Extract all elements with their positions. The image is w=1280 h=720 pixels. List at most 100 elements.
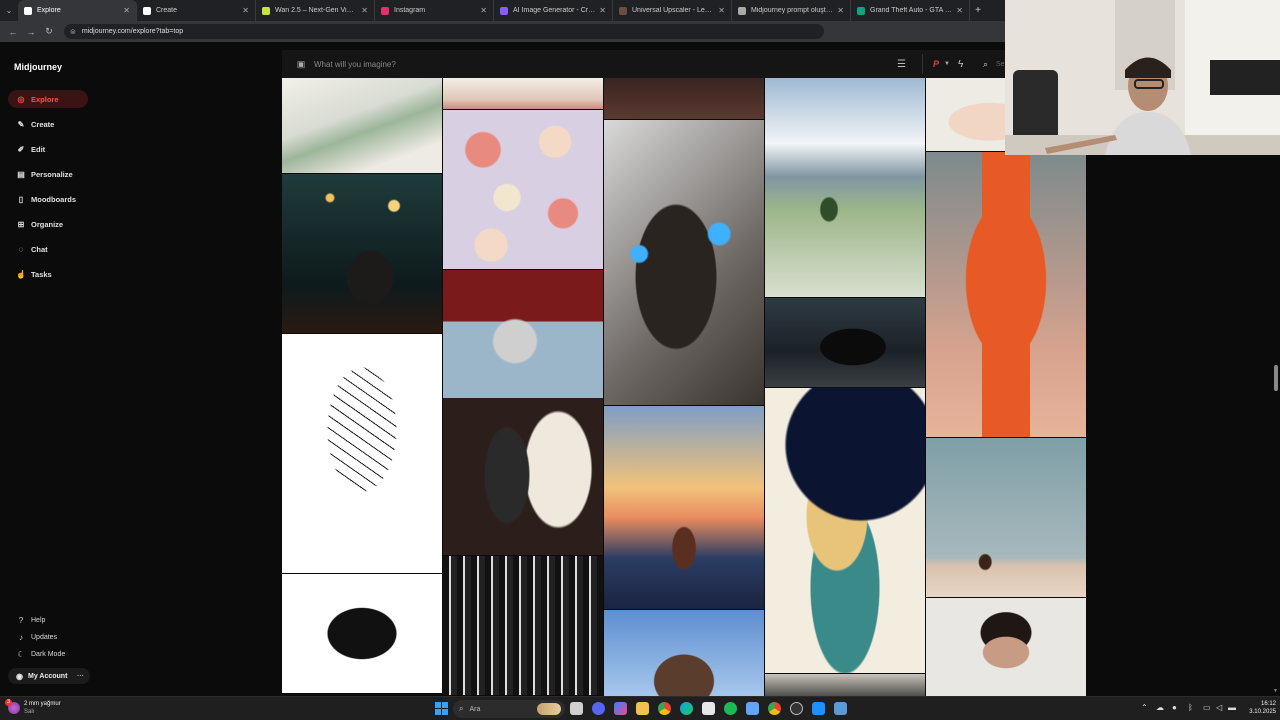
bolt-icon[interactable]: ϟ <box>958 59 963 70</box>
settings-sliders-icon[interactable]: ☰ <box>897 59 906 70</box>
sidebar-item-help[interactable]: ? Help <box>8 613 46 627</box>
gallery-image-tile[interactable] <box>926 438 1086 597</box>
discord-app-icon[interactable] <box>592 702 605 715</box>
favicon-icon <box>262 6 270 15</box>
gallery-image-tile[interactable] <box>282 174 442 333</box>
task-view-icon[interactable] <box>570 702 583 715</box>
edge-icon[interactable] <box>680 702 693 715</box>
personalize-p-icon[interactable]: P <box>933 59 939 69</box>
tab-title: AI Image Generator - Create A <box>513 7 595 14</box>
gallery-image-tile[interactable] <box>926 152 1086 437</box>
gallery-image-tile[interactable] <box>765 674 925 696</box>
tab-title: Instagram <box>394 7 426 14</box>
sidebar-item-edit[interactable]: ✐ Edit <box>8 140 88 158</box>
sidebar-item-tasks[interactable]: ☝ Tasks <box>8 265 88 283</box>
monitor-icon[interactable]: ▭ <box>1203 703 1211 712</box>
browser-tab[interactable]: Universal Upscaler - Leonardo. ✕ <box>613 0 732 21</box>
url-field[interactable]: ⊜ midjourney.com/explore?tab=top <box>64 24 824 39</box>
sidebar-item-dark-mode[interactable]: ☾ Dark Mode <box>8 647 65 661</box>
network-app-icon[interactable] <box>746 702 759 715</box>
weather-text: 2 mm yağmur <box>24 701 61 707</box>
moon-icon: ☾ <box>17 649 25 659</box>
sidebar-item-label: Updates <box>31 633 58 641</box>
gallery-image-tile[interactable] <box>443 78 603 109</box>
close-icon[interactable]: ✕ <box>956 6 963 15</box>
my-account-button[interactable]: ◉ My Account ··· <box>8 668 90 684</box>
sidebar-item-updates[interactable]: ♪ Updates <box>8 630 57 644</box>
gallery-image-tile[interactable] <box>282 78 442 173</box>
weather-widget[interactable]: 2 mm yağmur Salı <box>5 699 61 716</box>
app-icon[interactable] <box>812 702 825 715</box>
tray-chevron-icon[interactable]: ⌃ <box>1141 703 1148 712</box>
app-icon[interactable] <box>834 702 847 715</box>
more-icon[interactable]: ··· <box>77 673 84 680</box>
gallery-image-tile[interactable] <box>604 406 764 609</box>
browser-tab[interactable]: AI Image Generator - Create A ✕ <box>494 0 613 21</box>
site-info-icon[interactable]: ⊜ <box>70 28 76 36</box>
chrome-active-icon[interactable] <box>768 702 781 715</box>
new-tab-button[interactable]: + <box>970 5 986 16</box>
start-icon[interactable] <box>435 702 448 715</box>
clock-time: 16:12 <box>1260 701 1276 707</box>
system-clock[interactable]: 16:12 3.10.2025 <box>1240 700 1276 716</box>
tab-search-icon[interactable]: ⌄ <box>0 0 18 21</box>
sidebar-item-organize[interactable]: ⊞ Organize <box>8 215 88 233</box>
gallery-image-tile[interactable] <box>604 78 764 119</box>
close-icon[interactable]: ✕ <box>242 6 249 15</box>
gallery-image-tile[interactable] <box>443 556 603 695</box>
search-icon[interactable]: ⌕ <box>983 59 988 70</box>
close-icon[interactable]: ✕ <box>718 6 725 15</box>
sidebar-item-explore[interactable]: ◎ Explore <box>8 90 88 108</box>
forward-icon[interactable]: → <box>22 27 40 37</box>
gallery-image-tile[interactable] <box>282 334 442 573</box>
browser-tab[interactable]: Grand Theft Auto - GTA Foot G✕ <box>851 0 970 21</box>
sidebar-item-chat[interactable]: ◌ Chat <box>8 240 88 258</box>
gallery-image-tile[interactable] <box>765 78 925 297</box>
gallery-image-tile[interactable] <box>604 610 764 696</box>
reload-icon[interactable]: ↻ <box>40 26 58 37</box>
copilot-app-icon[interactable] <box>614 702 627 715</box>
address-bar: ← → ↻ ⊜ midjourney.com/explore?tab=top <box>0 21 1005 42</box>
close-icon[interactable]: ✕ <box>599 6 606 15</box>
battery-icon[interactable]: ▬ <box>1228 703 1236 712</box>
spotify-icon[interactable] <box>724 702 737 715</box>
browser-tab[interactable]: Create ✕ <box>137 0 256 21</box>
chevron-down-icon[interactable]: ▼ <box>944 61 950 67</box>
sidebar-item-moodboards[interactable]: ▯ Moodboards <box>8 190 88 208</box>
brand-logo[interactable]: Midjourney <box>14 62 62 72</box>
windows-taskbar: 2 mm yağmur Salı ⌕ Ara ⌃ ☁ ● ᛒ ▭ ◁ ▬ 16:… <box>0 696 1280 720</box>
onedrive-icon[interactable]: ☁ <box>1156 703 1164 712</box>
microphone-icon[interactable]: ● <box>1172 703 1177 712</box>
close-icon[interactable]: ✕ <box>480 6 487 15</box>
browser-tab[interactable]: Instagram ✕ <box>375 0 494 21</box>
sidebar-item-create[interactable]: ✎ Create <box>8 115 88 133</box>
back-icon[interactable]: ← <box>4 27 22 37</box>
scroll-down-icon[interactable]: ▼ <box>1273 688 1278 694</box>
page-scrollbar[interactable]: ▼ <box>1272 155 1280 696</box>
bluetooth-icon[interactable]: ᛒ <box>1188 703 1193 712</box>
favicon-icon <box>500 6 508 15</box>
browser-tab[interactable]: Wan 2.5 – Next-Gen Video Mo✕ <box>256 0 375 21</box>
gallery-image-tile[interactable] <box>443 110 603 269</box>
gallery-image-tile[interactable] <box>926 598 1086 696</box>
image-upload-icon[interactable]: ▣ <box>294 59 308 70</box>
gallery-image-tile[interactable] <box>282 574 442 693</box>
close-icon[interactable]: ✕ <box>837 6 844 15</box>
taskbar-search[interactable]: ⌕ Ara <box>453 700 565 718</box>
gallery-image-tile[interactable] <box>765 388 925 673</box>
sidebar-item-personalize[interactable]: ▤ Personalize <box>8 165 88 183</box>
browser-tab[interactable]: Midjourney prompt oluşturma ✕ <box>732 0 851 21</box>
obs-icon[interactable] <box>790 702 803 715</box>
gallery-image-tile[interactable] <box>443 270 603 555</box>
close-icon[interactable]: ✕ <box>123 6 130 15</box>
chrome-icon[interactable] <box>658 702 671 715</box>
close-icon[interactable]: ✕ <box>361 6 368 15</box>
calendar-icon[interactable] <box>702 702 715 715</box>
prompt-input[interactable] <box>314 59 884 69</box>
gallery-image-tile[interactable] <box>604 120 764 405</box>
gallery-image-tile[interactable] <box>765 298 925 387</box>
scroll-thumb[interactable] <box>1274 365 1278 391</box>
browser-tab[interactable]: Explore ✕ <box>18 0 137 21</box>
volume-icon[interactable]: ◁ <box>1216 703 1222 712</box>
file-explorer-icon[interactable] <box>636 702 649 715</box>
